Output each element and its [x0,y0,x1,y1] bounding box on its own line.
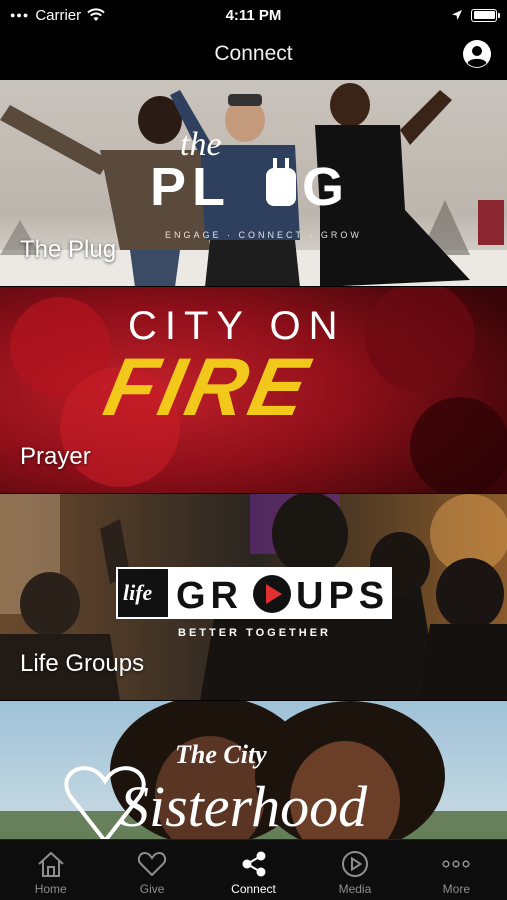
card-sisterhood[interactable]: The City Sisterhood [0,701,507,839]
card-label: Life Groups [20,650,145,677]
the-plug-tagline: ENGAGE · CONNECT · GROW [165,230,362,240]
tab-bar: Home Give Connect Media More [0,839,507,900]
user-silhouette-icon [464,41,490,68]
status-bar: ●●● Carrier 4:11 PM [0,0,507,30]
tab-label: More [442,882,470,896]
tab-label: Give [139,882,165,896]
connect-feed: the PL G ENGAGE · CONNECT · GROW The Plu… [0,80,507,839]
card-label: The Plug [20,236,117,263]
life-groups-tagline: BETTER TOGETHER [178,627,331,639]
play-circle-icon [339,848,371,880]
battery-icon [471,8,500,22]
card-label: Prayer [20,443,91,470]
card-the-plug[interactable]: the PL G ENGAGE · CONNECT · GROW The Plu… [0,80,507,287]
tab-more[interactable]: More [406,840,507,900]
tab-media[interactable]: Media [304,840,405,900]
tab-label: Connect [231,882,276,896]
nav-bar: Connect [0,30,507,78]
the-plug-logo-text: PL [150,157,231,217]
carrier-label: Carrier [35,6,82,24]
sisterhood-photo: The City Sisterhood [0,701,507,839]
status-time: 4:11 PM [225,6,282,24]
fire-logo-text: FIRE [97,341,319,433]
svg-text:G: G [302,157,344,217]
groups-logo-text: GR [176,575,243,617]
tab-home[interactable]: Home [0,840,101,900]
sisterhood-logo-text: Sisterhood [120,774,368,839]
tab-connect[interactable]: Connect [203,840,304,900]
user-profile-icon[interactable] [463,40,491,68]
status-right [317,8,500,22]
home-icon [35,848,67,880]
wifi-icon [87,8,105,21]
life-logo-script: life [123,580,153,605]
location-arrow-icon [452,10,462,20]
tab-label: Home [34,882,67,896]
status-left: ●●● Carrier [10,7,190,24]
page-title: Connect [214,42,293,65]
card-life-groups[interactable]: life GR UPS BETTER TOGETHER Life Groups [0,494,507,701]
more-dots-icon [440,848,472,880]
svg-text:UPS: UPS [296,575,389,617]
battery-fill [473,11,495,19]
tab-give[interactable]: Give [101,840,202,900]
heart-icon [136,848,168,880]
card-prayer[interactable]: CITY ON FIRE Prayer [0,287,507,494]
tab-label: Media [338,882,372,896]
share-icon [238,848,270,880]
sisterhood-logo-script: The City [175,740,267,769]
signal-dots-icon: ●●● [10,10,30,20]
